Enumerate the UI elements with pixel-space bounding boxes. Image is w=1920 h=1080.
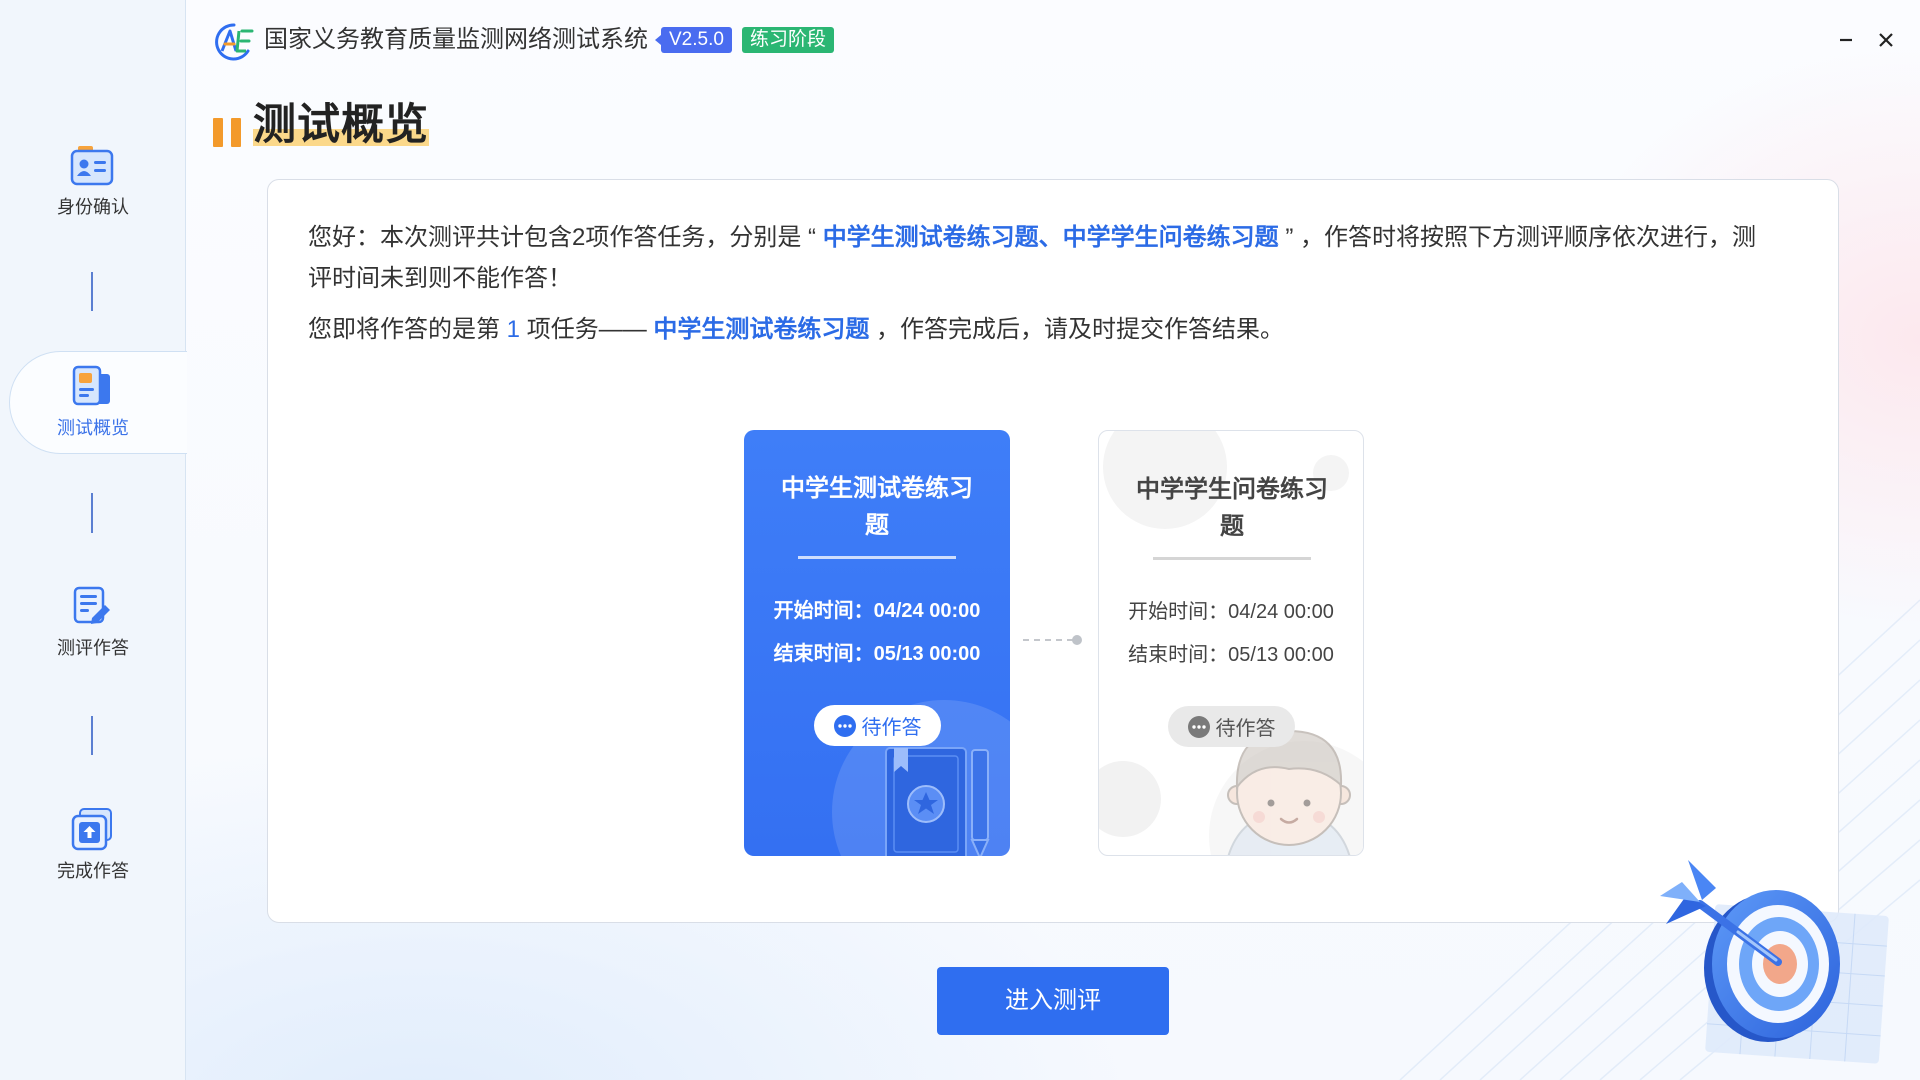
sidebar-item-answer[interactable]: 测评作答: [0, 579, 186, 663]
intro-text: ，作答完成后，请及时提交作答结果。: [869, 316, 1285, 343]
end-time-value: 05/13 00:00: [1228, 644, 1334, 666]
title-accent-bars: [213, 118, 243, 147]
version-badge: V2.5.0: [655, 27, 732, 53]
intro-task-names: 中学生测试卷练习题、中学学生问卷练习题: [822, 224, 1279, 251]
more-dots-icon: [833, 714, 856, 737]
task-end-time: 结束时间：05/13 00:00: [1099, 642, 1363, 668]
task-start-time: 开始时间：04/24 00:00: [744, 598, 1010, 624]
start-time-value: 04/24 00:00: [873, 600, 981, 622]
task-status-label: 待作答: [1215, 718, 1276, 740]
intro-text: 项任务——: [520, 316, 654, 343]
task-start-time: 开始时间：04/24 00:00: [1099, 599, 1363, 625]
task-title: 中学生测试卷练习题: [781, 475, 973, 539]
task-connector: [1023, 639, 1073, 641]
task-end-time: 结束时间：05/13 00:00: [744, 641, 1010, 667]
current-task-name: 中学生测试卷练习题: [653, 316, 870, 343]
app-title: 国家义务教育质量监测网络测试系统: [264, 26, 648, 53]
start-time-value: 04/24 00:00: [1228, 601, 1334, 623]
minimize-icon[interactable]: [1834, 28, 1858, 52]
sidebar-item-label: 身份确认: [57, 197, 129, 217]
sidebar: 身份确认 测试概览 测评作答 完成作答: [0, 0, 187, 1080]
more-dots-icon: [1187, 715, 1210, 738]
upload-submit-icon: [71, 808, 112, 851]
sidebar-item-identity[interactable]: 身份确认: [0, 138, 186, 222]
intro-paragraph: 您好：本次测评共计包含2项作答任务，分别是 “ 中学生测试卷练习题、中学学生问卷…: [308, 217, 1768, 299]
step-separator: [91, 716, 93, 755]
sidebar-item-label: 测试概览: [57, 418, 129, 438]
task-connector-dot: [1072, 635, 1082, 645]
edit-document-icon: [73, 586, 110, 624]
task-status-badge: 待作答: [814, 705, 941, 746]
task-status-badge: 待作答: [1168, 706, 1295, 747]
intro-text: 您好：本次测评共计包含2项作答任务，分别是 “: [308, 224, 823, 251]
enter-assessment-button[interactable]: 进入测评: [937, 967, 1169, 1035]
task-card-current[interactable]: 中学生测试卷练习题 开始时间：04/24 00:00 结束时间：05/13 00…: [744, 430, 1010, 856]
system-logo-icon: [215, 23, 254, 61]
task-card-upcoming: 中学学生问卷练习题 开始时间：04/24 00:00 结束时间：05/13 00…: [1098, 430, 1364, 856]
task-title-divider: [798, 556, 956, 559]
id-card-icon: [70, 146, 114, 186]
end-time-value: 05/13 00:00: [873, 643, 981, 665]
end-time-label: 结束时间：: [1128, 644, 1229, 666]
task-title-divider: [1153, 557, 1311, 560]
overview-card: 您好：本次测评共计包含2项作答任务，分别是 “ 中学生测试卷练习题、中学学生问卷…: [267, 179, 1839, 923]
sidebar-item-finish[interactable]: 完成作答: [0, 802, 186, 886]
task-title: 中学学生问卷练习题: [1136, 476, 1328, 540]
intro-text: 您即将作答的是第: [308, 316, 507, 343]
overview-document-icon: [72, 365, 110, 406]
step-separator: [91, 272, 93, 311]
end-time-label: 结束时间：: [773, 643, 874, 665]
close-icon[interactable]: [1874, 28, 1898, 52]
sidebar-item-label: 完成作答: [57, 861, 129, 881]
start-time-label: 开始时间：: [773, 600, 874, 622]
sidebar-item-label: 测评作答: [57, 638, 129, 658]
task-status-label: 待作答: [861, 717, 922, 739]
stage-badge: 练习阶段: [741, 27, 834, 53]
title-bar: 国家义务教育质量监测网络测试系统 V2.5.0 练习阶段: [264, 24, 834, 56]
current-task-paragraph: 您即将作答的是第 1 项任务—— 中学生测试卷练习题 ，作答完成后，请及时提交作…: [308, 309, 1768, 350]
target-dart-illustration: [1660, 860, 1889, 1064]
start-time-label: 开始时间：: [1128, 601, 1229, 623]
page-title: 测试概览: [253, 100, 429, 150]
current-task-number: 1: [506, 316, 521, 343]
sidebar-item-overview[interactable]: 测试概览: [9, 351, 187, 454]
step-separator: [91, 493, 93, 533]
